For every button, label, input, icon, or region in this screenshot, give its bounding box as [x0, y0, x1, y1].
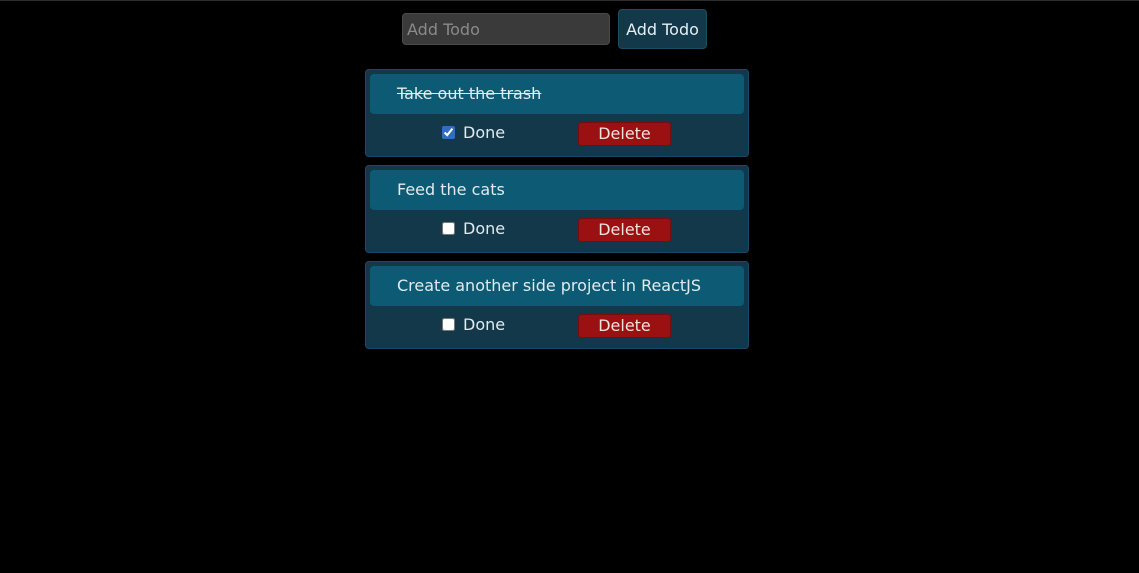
done-label: Done — [463, 123, 506, 142]
delete-button[interactable]: Delete — [578, 122, 671, 146]
done-toggle[interactable]: Done — [442, 123, 505, 142]
todo-item: Feed the cats Done Delete — [365, 165, 749, 253]
todo-list: Take out the trash Done Delete Feed the … — [365, 69, 749, 357]
todo-item: Take out the trash Done Delete — [365, 69, 749, 157]
todo-title: Create another side project in ReactJS — [370, 266, 744, 306]
todo-title: Take out the trash — [370, 74, 744, 114]
done-label: Done — [463, 315, 506, 334]
add-todo-form: Add Todo — [402, 9, 707, 49]
add-todo-button[interactable]: Add Todo — [618, 9, 707, 49]
todo-controls: Done Delete — [370, 306, 744, 344]
done-toggle[interactable]: Done — [442, 219, 505, 238]
done-toggle[interactable]: Done — [442, 315, 505, 334]
done-checkbox[interactable] — [442, 222, 455, 235]
add-todo-input[interactable] — [402, 13, 610, 45]
todo-controls: Done Delete — [370, 114, 744, 152]
todo-item: Create another side project in ReactJS D… — [365, 261, 749, 349]
done-checkbox[interactable] — [442, 318, 455, 331]
delete-button[interactable]: Delete — [578, 314, 671, 338]
done-checkbox[interactable] — [442, 126, 455, 139]
todo-controls: Done Delete — [370, 210, 744, 248]
delete-button[interactable]: Delete — [578, 218, 671, 242]
top-divider — [0, 0, 1139, 1]
todo-title: Feed the cats — [370, 170, 744, 210]
done-label: Done — [463, 219, 506, 238]
